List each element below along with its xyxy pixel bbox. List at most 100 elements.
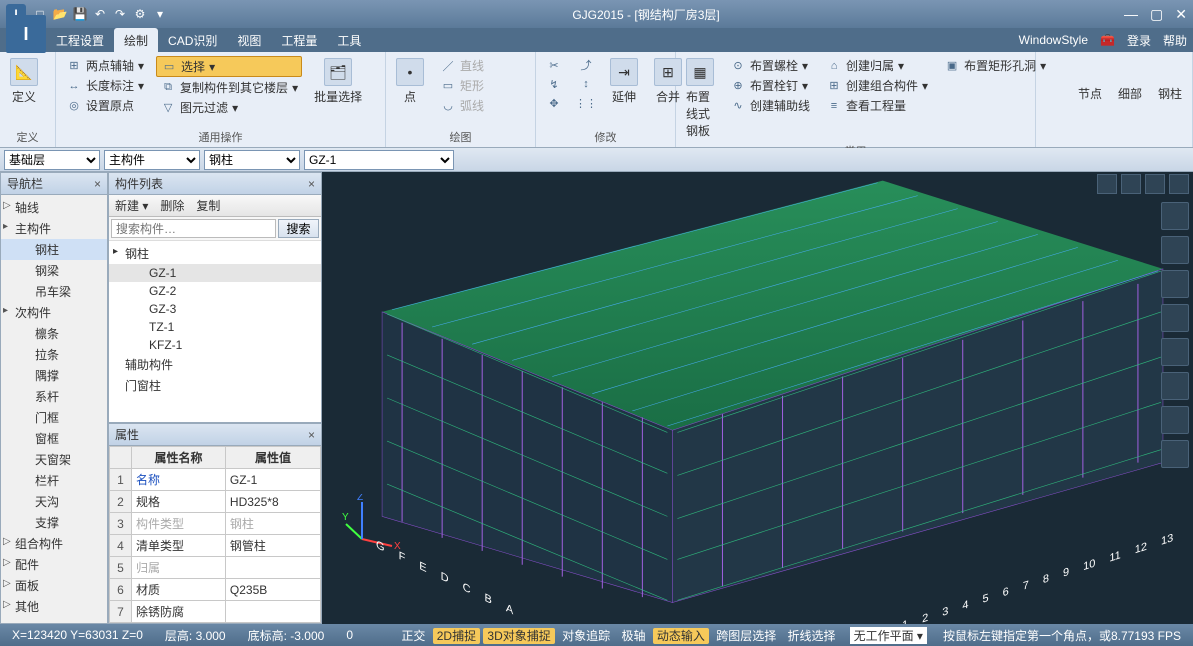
point-button[interactable]: •点: [392, 56, 428, 107]
search-input[interactable]: [111, 219, 276, 238]
create-guideline-button[interactable]: ∿创建辅助线: [726, 96, 814, 115]
nav-item[interactable]: 拉条: [1, 344, 107, 365]
nav-item[interactable]: 天沟: [1, 491, 107, 512]
snap-toggle[interactable]: 跨图层选择: [712, 628, 780, 644]
nav-item[interactable]: ▷面板: [1, 575, 107, 596]
nav-item[interactable]: 系杆: [1, 386, 107, 407]
nav-item[interactable]: ▷配件: [1, 554, 107, 575]
vp-tool-icon[interactable]: [1161, 372, 1189, 400]
vp-tool-icon[interactable]: [1097, 174, 1117, 194]
viewport[interactable]: X Y Z GFEDCBA 12345678910111213: [322, 172, 1193, 624]
component-tree[interactable]: ▸钢柱GZ-1GZ-2GZ-3TZ-1KFZ-1辅助构件门窗柱: [109, 241, 321, 422]
mirror-icon[interactable]: ✂: [542, 56, 566, 74]
array-icon[interactable]: ⋮⋮: [574, 94, 598, 112]
vp-tool-icon[interactable]: [1161, 270, 1189, 298]
place-rect-hole-button[interactable]: ▣布置矩形孔洞 ▾: [940, 56, 1050, 75]
props-close-icon[interactable]: ×: [308, 428, 315, 442]
nav-item[interactable]: ▸次构件: [1, 302, 107, 323]
qat-dropdown-icon[interactable]: ▾: [152, 6, 168, 22]
open-icon[interactable]: 📂: [52, 6, 68, 22]
copy-component-button[interactable]: 复制: [196, 197, 220, 214]
rect-button[interactable]: ▭矩形: [436, 76, 488, 95]
steel-column-button[interactable]: 钢柱: [1154, 84, 1186, 103]
nav-item[interactable]: ▷组合构件: [1, 533, 107, 554]
place-linear-plate-button[interactable]: ▦布置线式钢板: [682, 56, 718, 141]
login-link[interactable]: 登录: [1127, 32, 1151, 49]
delete-component-button[interactable]: 删除: [160, 197, 184, 214]
search-button[interactable]: 搜索: [278, 219, 319, 238]
menu-tab[interactable]: 视图: [227, 28, 271, 53]
copy-to-floors-button[interactable]: ⧉复制构件到其它楼层 ▾: [156, 78, 302, 97]
property-row[interactable]: 5归属: [110, 557, 321, 579]
tree-item[interactable]: 门窗柱: [109, 375, 321, 396]
vp-tool-icon[interactable]: [1161, 440, 1189, 468]
help-link[interactable]: 帮助: [1163, 32, 1187, 49]
tree-item[interactable]: GZ-1: [109, 264, 321, 282]
nav-item[interactable]: 檩条: [1, 323, 107, 344]
menu-tab[interactable]: 绘制: [114, 28, 158, 53]
redo-icon[interactable]: ↷: [112, 6, 128, 22]
nav-item[interactable]: 门框: [1, 407, 107, 428]
close-button[interactable]: ✕: [1175, 6, 1187, 23]
batch-select-button[interactable]: 🗂批量选择: [310, 56, 366, 107]
node-button[interactable]: 节点: [1074, 84, 1106, 103]
extend-button[interactable]: ⇥延伸: [606, 56, 642, 107]
move-icon[interactable]: ✥: [542, 94, 566, 112]
maximize-button[interactable]: ▢: [1150, 6, 1163, 23]
new-component-button[interactable]: 新建 ▾: [115, 197, 148, 214]
nav-item[interactable]: ▸主构件: [1, 218, 107, 239]
create-attribution-button[interactable]: ⌂创建归属 ▾: [822, 56, 932, 75]
offset-icon[interactable]: ↯: [542, 75, 566, 93]
align-icon[interactable]: ↕: [574, 75, 598, 93]
length-dim-button[interactable]: ↔长度标注 ▾: [62, 76, 148, 95]
property-row[interactable]: 6材质Q235B: [110, 579, 321, 601]
app-button[interactable]: I: [6, 15, 46, 53]
nav-item[interactable]: 隅撑: [1, 365, 107, 386]
viewcube-icon[interactable]: [1161, 202, 1189, 230]
nav-item[interactable]: 吊车梁: [1, 281, 107, 302]
rotate-icon[interactable]: ⤴: [574, 56, 598, 74]
undo-icon[interactable]: ↶: [92, 6, 108, 22]
type-select[interactable]: 钢柱: [204, 150, 300, 170]
save-icon[interactable]: 💾: [72, 6, 88, 22]
nav-item[interactable]: ▷轴线: [1, 197, 107, 218]
minimize-button[interactable]: —: [1124, 6, 1138, 23]
property-row[interactable]: 3构件类型钢柱: [110, 513, 321, 535]
nav-item[interactable]: 钢柱: [1, 239, 107, 260]
vp-tool-icon[interactable]: [1161, 338, 1189, 366]
floor-select[interactable]: 基础层: [4, 150, 100, 170]
vp-tool-icon[interactable]: [1121, 174, 1141, 194]
snap-toggle[interactable]: 对象追踪: [558, 628, 614, 644]
gear-icon[interactable]: ⚙: [132, 6, 148, 22]
nav-item[interactable]: ▷其他: [1, 596, 107, 617]
category-select[interactable]: 主构件: [104, 150, 200, 170]
place-bolts-button[interactable]: ⊙布置螺栓 ▾: [726, 56, 814, 75]
property-row[interactable]: 1名称GZ-1: [110, 469, 321, 491]
snap-toggle[interactable]: 极轴: [617, 628, 649, 644]
nav-item[interactable]: 支撑: [1, 512, 107, 533]
select-button[interactable]: ▭选择 ▾: [156, 56, 302, 77]
tree-item[interactable]: GZ-2: [109, 282, 321, 300]
window-style-menu[interactable]: WindowStyle: [1019, 33, 1088, 47]
snap-toggle[interactable]: 折线选择: [784, 628, 840, 644]
vp-tool-icon[interactable]: [1161, 236, 1189, 264]
line-button[interactable]: ／直线: [436, 56, 488, 75]
tree-item[interactable]: KFZ-1: [109, 336, 321, 354]
snap-toggle[interactable]: 2D捕捉: [433, 628, 480, 644]
create-composite-button[interactable]: ⊞创建组合构件 ▾: [822, 76, 932, 95]
properties-table[interactable]: 属性名称属性值1名称GZ-12规格HD325*83构件类型钢柱4清单类型钢管柱5…: [109, 446, 321, 623]
toolbox-icon[interactable]: 🧰: [1100, 33, 1115, 47]
tree-item[interactable]: TZ-1: [109, 318, 321, 336]
nav-item[interactable]: 天窗架: [1, 449, 107, 470]
property-row[interactable]: 4清单类型钢管柱: [110, 535, 321, 557]
set-origin-button[interactable]: ◎设置原点: [62, 96, 148, 115]
nav-close-icon[interactable]: ×: [94, 177, 101, 191]
property-row[interactable]: 7除锈防腐: [110, 601, 321, 623]
vp-tool-icon[interactable]: [1169, 174, 1189, 194]
place-studs-button[interactable]: ⊕布置栓钉 ▾: [726, 76, 814, 95]
vp-tool-icon[interactable]: [1161, 304, 1189, 332]
workplane-select[interactable]: 无工作平面 ▾: [850, 627, 927, 644]
menu-tab[interactable]: 工程设置: [46, 28, 114, 53]
complist-close-icon[interactable]: ×: [308, 177, 315, 191]
menu-tab[interactable]: CAD识别: [158, 28, 227, 53]
